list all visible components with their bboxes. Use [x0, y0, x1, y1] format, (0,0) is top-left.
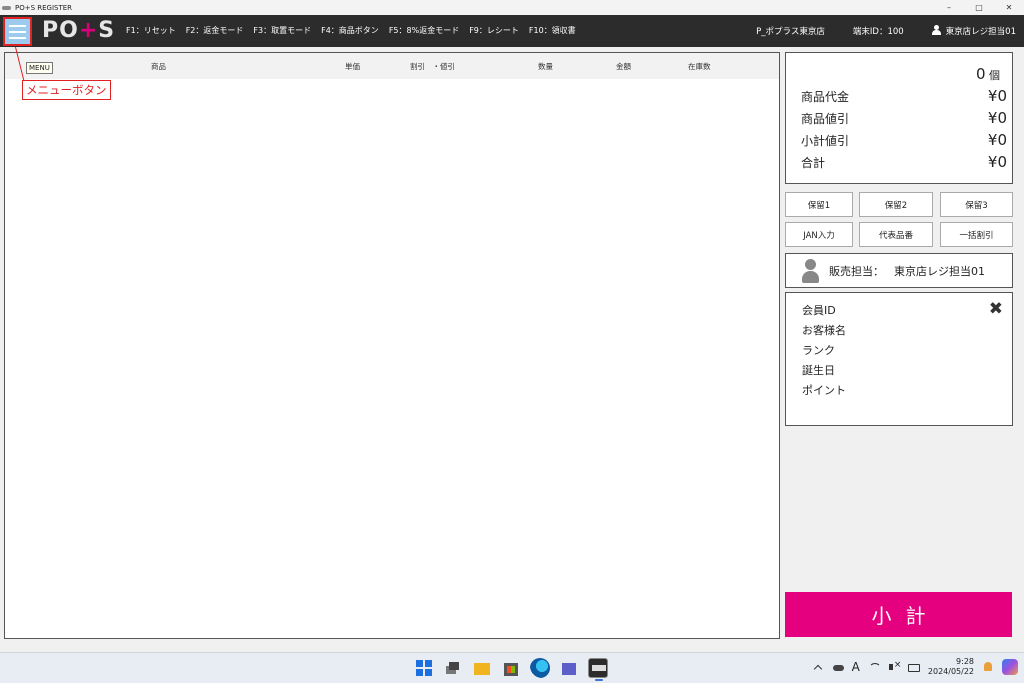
hamburger-icon	[9, 24, 26, 27]
close-window-button[interactable]: ✕	[994, 0, 1024, 15]
birthday-label: 誕生日	[802, 364, 835, 377]
chevron-up-icon[interactable]	[812, 661, 824, 673]
store-icon[interactable]	[501, 658, 521, 678]
total-row-goods: 商品代金 ¥0	[801, 87, 1007, 105]
total-row-subtotal-discount: 小計値引 ¥0	[801, 131, 1007, 149]
onedrive-cloud-icon[interactable]	[832, 661, 844, 673]
clock-time: 9:28	[956, 657, 974, 666]
pos-register-app-icon[interactable]	[588, 658, 608, 681]
hold3-button[interactable]: 保留3	[940, 192, 1013, 217]
points-label: ポイント	[802, 384, 846, 397]
member-id-label: 会員ID	[802, 304, 836, 317]
function-key-bar: F1：リセット F2：返金モード F3：取置モード F4：商品ボタン F5：8%…	[126, 25, 576, 36]
f3-hold-mode-key[interactable]: F3：取置モード	[253, 25, 311, 36]
col-stock: 在庫数	[688, 62, 711, 71]
subtotal-button[interactable]: 小計	[785, 592, 1012, 637]
f9-receipt-key[interactable]: F9：レシート	[469, 25, 519, 36]
teams-icon[interactable]	[559, 658, 579, 678]
f4-product-buttons-key[interactable]: F4：商品ボタン	[321, 25, 379, 36]
app-icon	[2, 4, 11, 11]
edge-browser-icon[interactable]	[530, 658, 550, 678]
f1-reset-key[interactable]: F1：リセット	[126, 25, 176, 36]
system-clock[interactable]: 9:28 2024/05/22	[928, 657, 974, 677]
pos-logo: PO+S	[42, 18, 116, 43]
store-name: P_ポプラス東京店	[756, 27, 825, 37]
battery-icon[interactable]	[907, 661, 920, 673]
terminal-id: 端末ID：100	[852, 27, 904, 37]
rank-label: ランク	[802, 344, 835, 357]
item-count: 0 個	[975, 65, 1000, 83]
person-icon	[802, 258, 819, 283]
notification-bell-icon[interactable]	[982, 661, 994, 673]
hold1-button[interactable]: 保留1	[785, 192, 853, 217]
maximize-button[interactable]: □	[964, 0, 994, 15]
jan-input-button[interactable]: JAN入力	[785, 222, 853, 247]
file-explorer-icon[interactable]	[472, 658, 492, 678]
col-amount: 金額	[616, 62, 631, 71]
wifi-icon[interactable]	[868, 661, 881, 673]
f5-8pct-refund-mode-key[interactable]: F5：8%返金モード	[389, 25, 459, 36]
menu-button[interactable]	[3, 17, 32, 46]
minimize-button[interactable]: –	[934, 0, 964, 15]
total-row-item-discount: 商品値引 ¥0	[801, 109, 1007, 127]
hold2-button[interactable]: 保留2	[859, 192, 933, 217]
total-row-grand-total: 合計 ¥0	[801, 153, 1007, 171]
f10-invoice-key[interactable]: F10：領収書	[529, 25, 576, 36]
member-panel[interactable]: 会員ID お客様名 ランク 誕生日 ポイント ✖	[785, 292, 1013, 426]
items-table-header: 商品 単価 割引 ・値引 数量 金額 在庫数	[5, 53, 779, 79]
f2-refund-mode-key[interactable]: F2：返金モード	[186, 25, 244, 36]
task-view-icon[interactable]	[443, 658, 463, 678]
customer-name-label: お客様名	[802, 324, 846, 337]
taskbar: A 9:28 2024/05/22	[0, 652, 1024, 683]
representative-item-button[interactable]: 代表品番	[859, 222, 933, 247]
col-product: 商品	[151, 62, 166, 71]
copilot-icon[interactable]	[1002, 659, 1018, 675]
taskbar-apps	[414, 658, 608, 681]
bulk-discount-button[interactable]: 一括割引	[940, 222, 1013, 247]
menu-tooltip: MENU	[26, 62, 53, 74]
speaker-muted-icon[interactable]	[888, 660, 901, 673]
totals-panel: 0 個 商品代金 ¥0 商品値引 ¥0 小計値引 ¥0 合計 ¥0	[785, 52, 1013, 184]
system-tray: A 9:28 2024/05/22	[812, 657, 1018, 677]
staff-name: 東京店レジ担当01	[894, 264, 985, 278]
windows-start-icon[interactable]	[414, 658, 434, 678]
window-titlebar: PO+S REGISTER – □ ✕	[0, 0, 1024, 15]
close-icon[interactable]: ✖	[989, 299, 1003, 319]
staff-label: 販売担当：	[829, 264, 884, 278]
col-discount: 割引 ・値引	[410, 62, 455, 71]
ime-indicator[interactable]: A	[852, 660, 860, 674]
items-table: 商品 単価 割引 ・値引 数量 金額 在庫数	[4, 52, 780, 639]
col-quantity: 数量	[538, 62, 553, 71]
window-title: PO+S REGISTER	[15, 3, 73, 12]
sales-staff-panel[interactable]: 販売担当： 東京店レジ担当01	[785, 253, 1013, 288]
header-status: P_ポプラス東京店 端末ID：100 東京店レジ担当01	[756, 25, 1016, 37]
app-header: PO+S F1：リセット F2：返金モード F3：取置モード F4：商品ボタン …	[0, 15, 1024, 47]
window-controls: – □ ✕	[934, 0, 1024, 15]
menu-button-callout: メニューボタン	[22, 80, 111, 100]
clock-date: 2024/05/22	[927, 667, 974, 676]
col-unit-price: 単価	[345, 62, 360, 71]
current-user: 東京店レジ担当01	[931, 25, 1016, 37]
user-icon	[931, 25, 941, 35]
